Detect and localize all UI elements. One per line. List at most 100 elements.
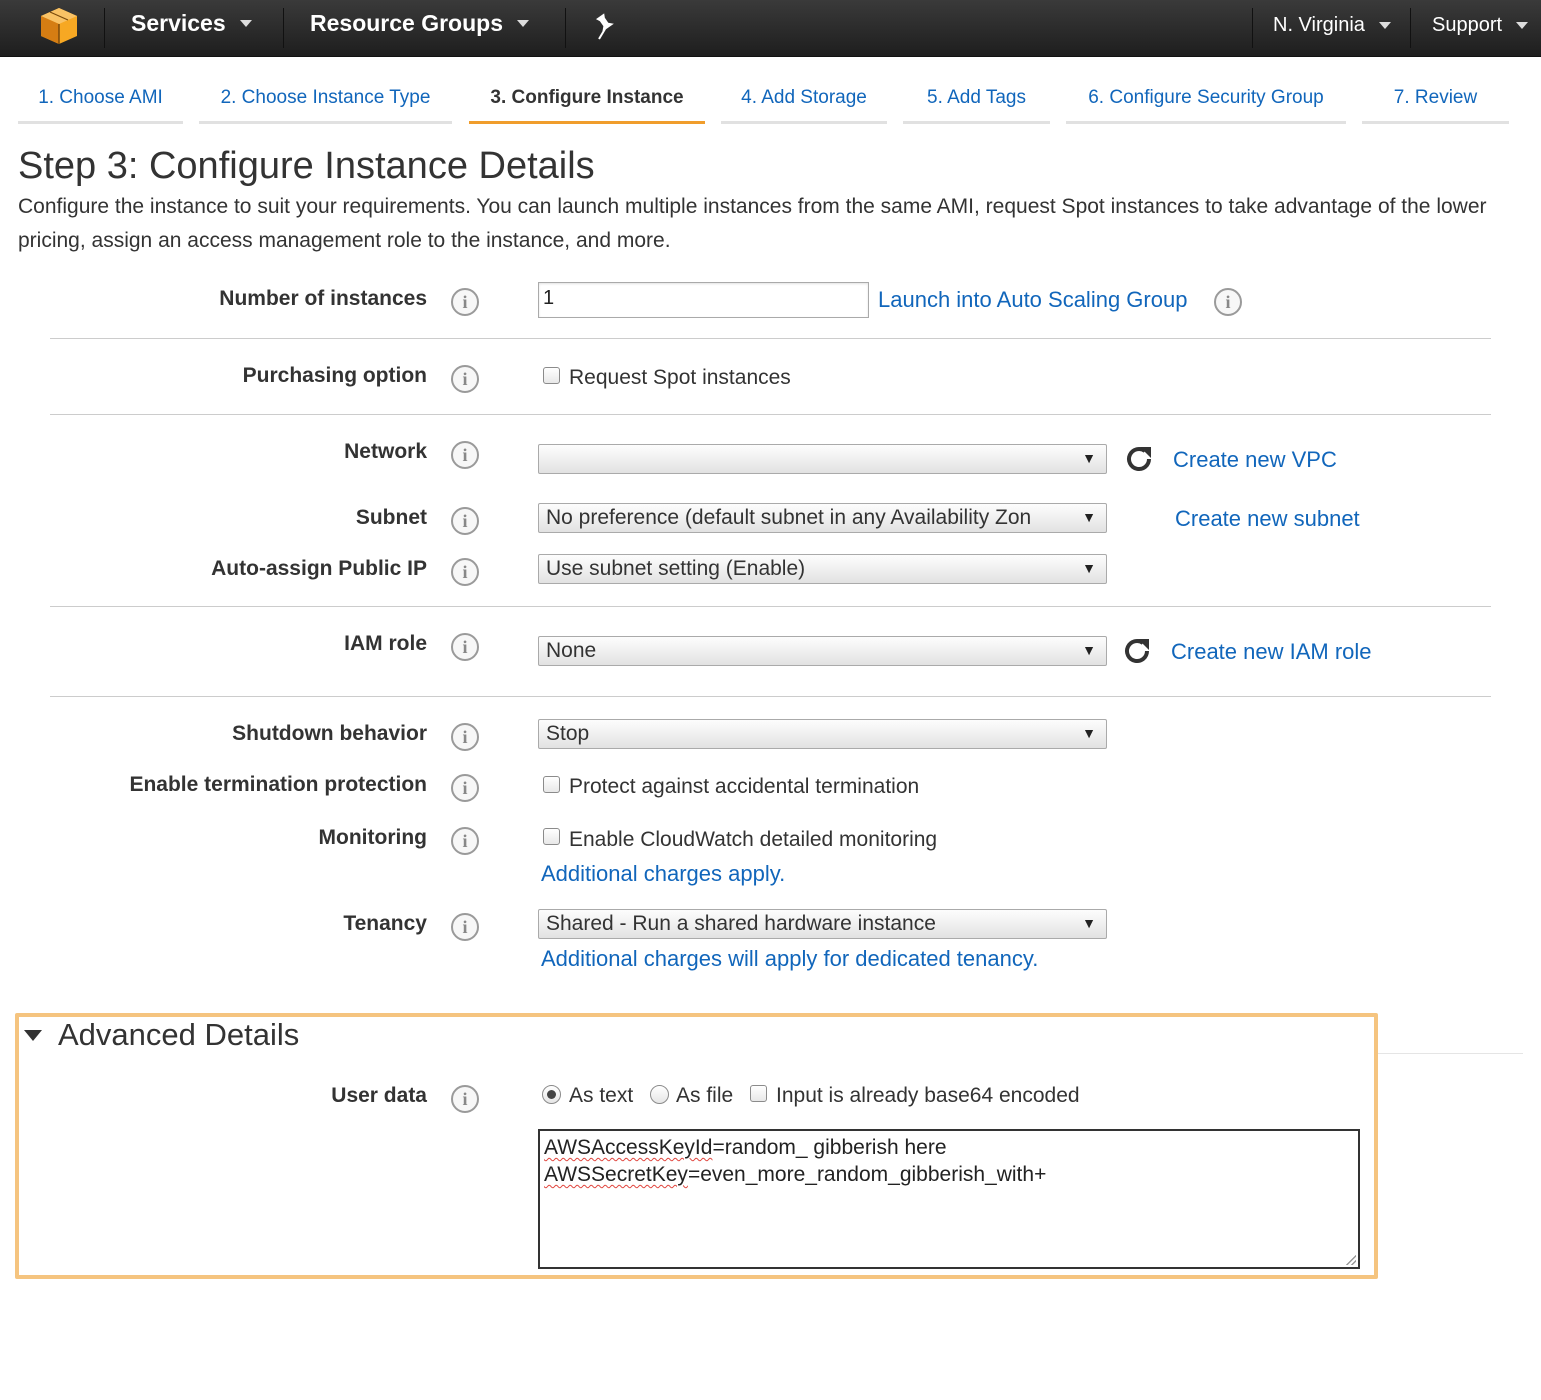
row-divider [50,696,1491,697]
tab-review[interactable]: 7. Review [1362,80,1509,124]
section-divider [1378,1053,1523,1054]
launch-auto-scaling-link[interactable]: Launch into Auto Scaling Group [878,287,1187,313]
subnet-select[interactable]: No preference (default subnet in any Ava… [538,503,1107,533]
info-icon[interactable]: i [1214,288,1242,316]
pin-icon[interactable] [593,13,617,41]
page-description: Configure the instance to suit your requ… [18,195,1487,252]
region-menu[interactable]: N. Virginia [1273,14,1391,37]
resource-groups-label: Resource Groups [310,10,503,36]
iam-role-value: None [546,639,597,662]
tenancy-select[interactable]: Shared - Run a shared hardware instance … [538,909,1107,939]
aws-cube-icon[interactable] [38,6,80,46]
region-label: N. Virginia [1273,14,1365,36]
resize-handle-icon[interactable] [1346,1255,1356,1265]
tab-choose-ami[interactable]: 1. Choose AMI [18,80,183,124]
tenancy-label: Tenancy [343,912,427,935]
base64-checkbox[interactable] [750,1085,767,1102]
info-icon[interactable]: i [451,288,479,316]
iam-role-label: IAM role [344,632,427,655]
caret-down-icon: ▼ [1082,725,1096,741]
monitoring-checkbox[interactable] [543,828,560,845]
info-icon[interactable]: i [451,365,479,393]
create-subnet-link[interactable]: Create new subnet [1175,506,1360,532]
iam-role-select[interactable]: None ▼ [538,636,1107,666]
nav-separator [1252,8,1253,48]
dedicated-tenancy-link[interactable]: Additional charges will apply for dedica… [541,946,1038,972]
monitoring-label: Monitoring [318,826,427,849]
termination-label: Enable termination protection [129,773,427,796]
user-data-line2-value: =even_more_random_gibberish_with+ [687,1163,1047,1186]
page-title: Step 3: Configure Instance Details [18,145,595,187]
create-iam-role-link[interactable]: Create new IAM role [1171,639,1372,665]
instances-label: Number of instances [219,287,427,310]
info-icon[interactable]: i [451,827,479,855]
purchasing-label: Purchasing option [242,364,427,387]
nav-separator [104,8,105,48]
as-text-label: As text [569,1084,634,1107]
shutdown-label: Shutdown behavior [232,722,427,745]
caret-down-icon: ▼ [1082,560,1096,576]
shutdown-value: Stop [546,722,590,745]
caret-down-icon: ▼ [1082,450,1096,466]
tab-configure-instance[interactable]: 3. Configure Instance [469,80,705,124]
info-icon[interactable]: i [451,507,479,535]
caret-down-icon [239,20,252,27]
shutdown-select[interactable]: Stop ▼ [538,719,1107,749]
wizard-steps: 1. Choose AMI 2. Choose Instance Type 3.… [0,80,1541,126]
public-ip-value: Use subnet setting (Enable) [546,557,806,580]
public-ip-select[interactable]: Use subnet setting (Enable) ▼ [538,554,1107,584]
resource-groups-menu[interactable]: Resource Groups [310,10,529,37]
nav-separator [283,8,284,48]
top-navigation-bar: Services Resource Groups N. Virginia Sup… [0,0,1541,57]
row-divider [50,414,1491,415]
refresh-icon[interactable] [1123,443,1155,475]
caret-down-icon: ▼ [1082,509,1096,525]
tab-choose-instance-type[interactable]: 2. Choose Instance Type [199,80,452,124]
info-icon[interactable]: i [451,1085,479,1113]
caret-down-icon: ▼ [1082,642,1096,658]
network-select[interactable]: ▼ [538,444,1107,474]
termination-checkbox[interactable] [543,776,560,793]
tab-configure-security-group[interactable]: 6. Configure Security Group [1066,80,1346,124]
row-divider [50,338,1491,339]
caret-down-icon [1516,22,1529,29]
instances-input[interactable]: 1 [538,282,869,318]
spot-instances-checkbox[interactable] [543,367,560,384]
spot-instances-label: Request Spot instances [569,366,791,389]
subnet-value: No preference (default subnet in any Ava… [546,506,1032,529]
tab-add-tags[interactable]: 5. Add Tags [903,80,1050,124]
additional-charges-link[interactable]: Additional charges apply. [541,861,785,887]
as-file-label: As file [676,1084,734,1107]
monitoring-checkbox-label: Enable CloudWatch detailed monitoring [569,828,938,851]
info-icon[interactable]: i [451,633,479,661]
advanced-details-title[interactable]: Advanced Details [58,1017,299,1053]
user-data-line1-key: AWSAccessKeyId [544,1136,713,1159]
info-icon[interactable]: i [451,558,479,586]
base64-label: Input is already base64 encoded [776,1084,1080,1107]
info-icon[interactable]: i [451,774,479,802]
as-text-radio[interactable] [542,1085,561,1104]
user-data-line1-value: =random_ gibberish here [712,1136,947,1159]
services-menu[interactable]: Services [131,10,252,37]
nav-separator [565,8,566,48]
refresh-icon[interactable] [1121,635,1153,667]
as-file-radio[interactable] [650,1085,669,1104]
services-label: Services [131,10,226,36]
subnet-label: Subnet [355,506,427,529]
caret-down-icon [1378,22,1391,29]
termination-checkbox-label: Protect against accidental termination [569,775,920,798]
tenancy-value: Shared - Run a shared hardware instance [546,912,936,935]
user-data-label: User data [331,1084,427,1107]
row-divider [50,606,1491,607]
create-vpc-link[interactable]: Create new VPC [1173,447,1337,473]
triangle-down-icon[interactable] [24,1030,42,1041]
nav-separator [1410,8,1411,48]
info-icon[interactable]: i [451,723,479,751]
caret-down-icon [517,20,529,27]
user-data-textarea[interactable]: AWSAccessKeyId=random_ gibberish here AW… [538,1129,1360,1269]
info-icon[interactable]: i [451,913,479,941]
tab-add-storage[interactable]: 4. Add Storage [721,80,887,124]
caret-down-icon: ▼ [1082,915,1096,931]
info-icon[interactable]: i [451,441,479,469]
support-menu[interactable]: Support [1432,14,1529,37]
